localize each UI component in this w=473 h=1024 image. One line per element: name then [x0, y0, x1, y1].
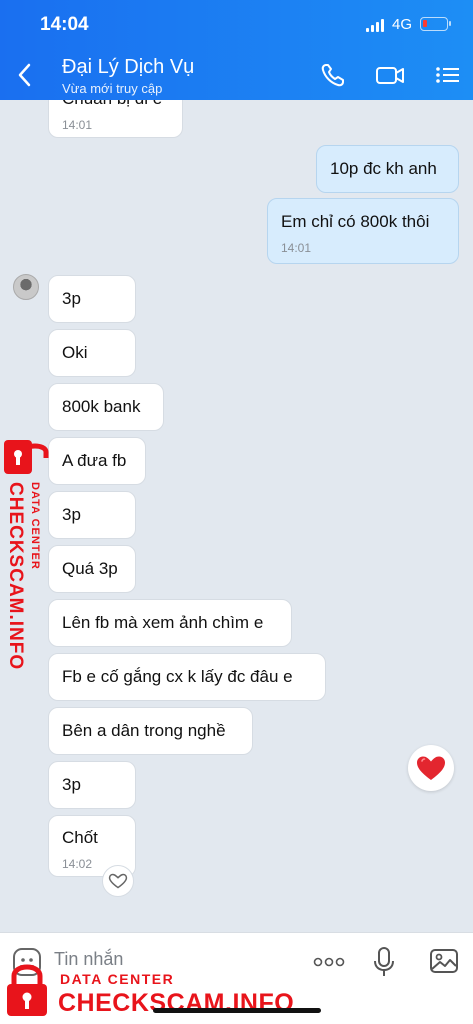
- message-bubble[interactable]: Quá 3p: [48, 545, 136, 593]
- image-icon[interactable]: [428, 945, 460, 977]
- message-bubble[interactable]: 3p: [48, 275, 136, 323]
- heart-icon: [417, 756, 445, 780]
- watermark-big-label: CHECKSCAM.INFO: [5, 482, 26, 671]
- signal-icon: [366, 18, 386, 32]
- padlock-icon: [4, 440, 49, 474]
- battery-icon: [420, 17, 451, 31]
- chat-header: 14:04 4G Đại Lý Dịch Vụ Vừa mới truy cập: [0, 0, 473, 100]
- message-bubble[interactable]: Oki: [48, 329, 136, 377]
- watermark-vertical: CHECKSCAM.INFO DATA CENTER: [0, 438, 52, 671]
- watermark-small-label: DATA CENTER: [29, 482, 41, 570]
- message-bubble[interactable]: 3p: [48, 491, 136, 539]
- microphone-icon[interactable]: [370, 945, 398, 979]
- message-bubble[interactable]: Em chỉ có 800k thôi 14:01: [267, 198, 459, 264]
- presence-status: Vừa mới truy cập: [62, 81, 163, 96]
- reaction-button[interactable]: [102, 865, 134, 897]
- watermark-bottom: DATA CENTER CHECKSCAM.INFO: [0, 962, 300, 1024]
- network-type: 4G: [392, 16, 413, 33]
- message-bubble[interactable]: Bên a dân trong nghề: [48, 707, 253, 755]
- message-bubble[interactable]: Lên fb mà xem ảnh chìm e: [48, 599, 292, 647]
- message-bubble[interactable]: A đưa fb: [48, 437, 146, 485]
- home-indicator[interactable]: [153, 1008, 321, 1013]
- message-bubble[interactable]: Fb e cố gắng cx k lấy đc đâu e: [48, 653, 326, 701]
- phone-icon[interactable]: [318, 60, 350, 90]
- message-bubble[interactable]: 800k bank: [48, 383, 164, 431]
- avatar[interactable]: [13, 274, 39, 300]
- message-bubble[interactable]: 10p đc kh anh: [316, 145, 459, 193]
- status-time: 14:04: [40, 14, 89, 35]
- message-bubble[interactable]: Chuẩn bị đi e 14:01: [48, 100, 183, 138]
- watermark-small-label: DATA CENTER: [60, 971, 175, 987]
- message-list[interactable]: Chuẩn bị đi e 14:01 10p đc kh anh Em chỉ…: [0, 100, 473, 932]
- message-bubble[interactable]: 3p: [48, 761, 136, 809]
- padlock-icon: [7, 964, 47, 1016]
- heart-outline-icon: [108, 873, 128, 889]
- chevron-left-icon[interactable]: [12, 60, 38, 90]
- quick-reaction-button[interactable]: [408, 745, 454, 791]
- list-menu-icon[interactable]: [432, 60, 464, 90]
- more-dots-icon[interactable]: [312, 949, 346, 975]
- page-title[interactable]: Đại Lý Dịch Vụ: [62, 56, 194, 79]
- video-camera-icon[interactable]: [374, 60, 406, 90]
- watermark-big-label: CHECKSCAM.INFO: [58, 989, 295, 1017]
